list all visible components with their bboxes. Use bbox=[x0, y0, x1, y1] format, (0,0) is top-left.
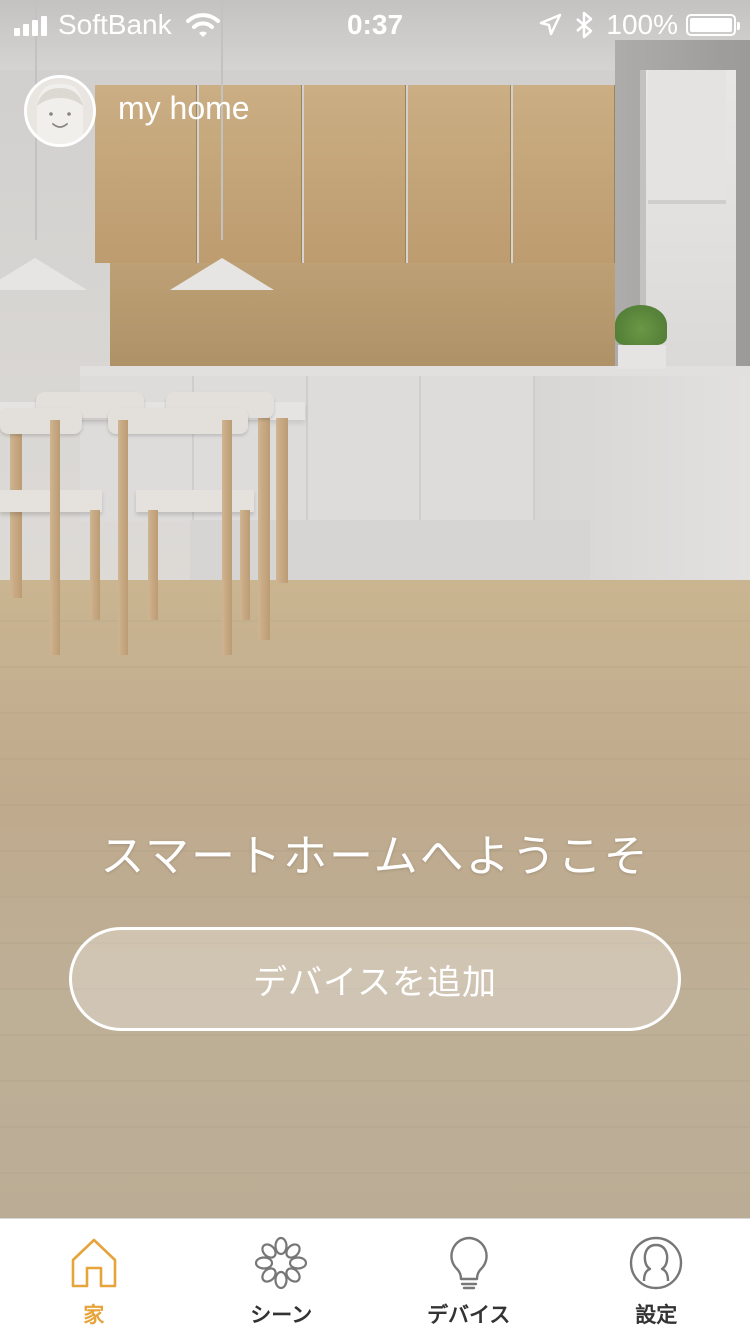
tab-devices-label: デバイス bbox=[427, 1299, 510, 1329]
avatar-face-icon bbox=[27, 78, 93, 144]
status-bar: SoftBank 0:37 100% bbox=[0, 0, 750, 50]
profile-icon bbox=[628, 1235, 684, 1291]
tab-settings-label: 設定 bbox=[635, 1299, 677, 1329]
home-icon bbox=[69, 1236, 119, 1290]
add-device-button[interactable]: デバイスを追加 bbox=[69, 927, 681, 1031]
tab-devices[interactable]: デバイス bbox=[375, 1219, 563, 1335]
location-icon bbox=[538, 13, 562, 37]
kitchen-background-image bbox=[0, 0, 750, 1218]
tab-scene[interactable]: シーン bbox=[188, 1219, 376, 1335]
battery-percent: 100% bbox=[606, 9, 678, 41]
scene-icon bbox=[254, 1236, 308, 1290]
bulb-icon bbox=[447, 1235, 491, 1291]
tab-scene-label: シーン bbox=[250, 1299, 312, 1329]
home-name[interactable]: my home bbox=[118, 90, 250, 127]
tab-home-label: 家 bbox=[83, 1299, 104, 1329]
battery-icon bbox=[686, 14, 736, 36]
tab-settings[interactable]: 設定 bbox=[563, 1219, 750, 1335]
tab-bar: 家 シーン bbox=[0, 1218, 750, 1335]
tab-home[interactable]: 家 bbox=[0, 1219, 188, 1335]
bluetooth-icon bbox=[572, 11, 596, 39]
welcome-text: スマートホームへようこそ bbox=[0, 820, 750, 884]
avatar[interactable] bbox=[24, 75, 96, 147]
